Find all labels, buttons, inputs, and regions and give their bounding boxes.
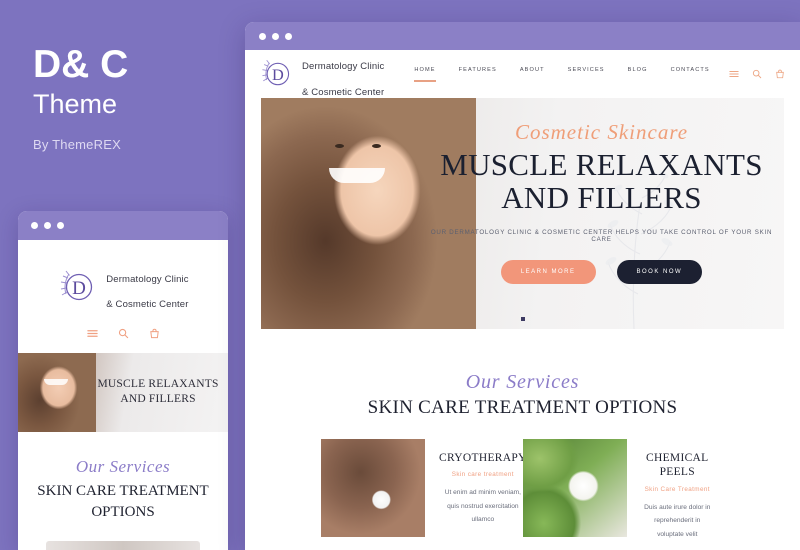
- window-dot-icon: [31, 222, 38, 229]
- search-icon[interactable]: [118, 328, 129, 339]
- services-section: Our Services SKIN CARE TREATMENT OPTIONS…: [245, 329, 800, 541]
- mobile-brand-name: Dermatology Clinic & Cosmetic Center: [106, 261, 188, 312]
- hamburger-icon[interactable]: [86, 328, 98, 339]
- promo-subtitle: Theme: [33, 88, 118, 119]
- svg-text:D: D: [72, 278, 86, 299]
- mobile-services-title: SKIN CARE TREATMENT OPTIONS: [37, 483, 209, 520]
- hero-heading-line-1: MUSCLE RELAXANTS: [440, 147, 763, 182]
- mobile-viewport: D Dermatology Clinic & Cosmetic Center M…: [18, 240, 228, 550]
- menu-item-about[interactable]: ABOUT: [520, 67, 545, 82]
- desktop-titlebar: [245, 22, 800, 50]
- hero-button-group: LEARN MORE BOOK NOW: [429, 259, 774, 284]
- mobile-mockup: D Dermatology Clinic & Cosmetic Center M…: [18, 211, 228, 550]
- slider-dot-indicator[interactable]: [520, 317, 525, 321]
- header-icon-group: [729, 69, 785, 79]
- mobile-hero-line-2: AND FILLERS: [120, 392, 196, 405]
- menu-item-blog[interactable]: BLOG: [628, 67, 648, 82]
- hero-heading: MUSCLE RELAXANTS AND FILLERS: [429, 148, 774, 215]
- hamburger-icon[interactable]: [729, 69, 739, 79]
- brand-line-2: & Cosmetic Center: [302, 86, 385, 98]
- learn-more-button[interactable]: LEARN MORE: [500, 259, 596, 284]
- window-dot-icon: [272, 32, 279, 40]
- mobile-card-strip: [46, 541, 200, 550]
- window-dot-icon: [57, 222, 64, 229]
- desktop-mockup: D Dermatology Clinic & Cosmetic Center H…: [245, 22, 800, 550]
- laurel-monogram-icon: D: [259, 56, 295, 92]
- services-card-grid: CRYOTHERAPY Skin care treatment Ut enim …: [245, 439, 800, 541]
- menu-item-home[interactable]: HOME: [414, 67, 436, 82]
- photo-detail: [335, 144, 381, 148]
- hero-slider: Cosmetic Skincare MUSCLE RELAXANTS AND F…: [261, 98, 784, 329]
- service-card-description: Ut enim ad minim veniam, quis nostrud ex…: [444, 489, 521, 524]
- services-title: SKIN CARE TREATMENT OPTIONS: [367, 397, 678, 418]
- laurel-monogram-icon: D: [57, 266, 99, 308]
- site-header: D Dermatology Clinic & Cosmetic Center H…: [245, 50, 800, 98]
- mobile-hero: MUSCLE RELAXANTS AND FILLERS: [18, 353, 228, 433]
- brand-line-2: & Cosmetic Center: [106, 299, 189, 311]
- hero-content: Cosmetic Skincare MUSCLE RELAXANTS AND F…: [429, 120, 774, 284]
- service-card-text: CHEMICAL PEELS Skin Care Treatment Duis …: [627, 439, 725, 541]
- hero-heading-line-2: AND FILLERS: [501, 180, 702, 216]
- mobile-hero-photo: [18, 353, 96, 433]
- cryotherapy-photo: [321, 439, 425, 537]
- site-brand[interactable]: D Dermatology Clinic & Cosmetic Center: [259, 48, 384, 99]
- mobile-services-script: Our Services: [75, 457, 171, 477]
- search-icon[interactable]: [752, 69, 762, 79]
- photo-detail: [329, 168, 385, 183]
- mobile-hero-line-1: MUSCLE RELAXANTS: [97, 378, 219, 391]
- service-card[interactable]: CRYOTHERAPY Skin care treatment Ut enim …: [321, 439, 526, 541]
- menu-item-services[interactable]: SERVICES: [568, 67, 605, 82]
- promo-author: By ThemeREX: [33, 136, 121, 152]
- service-card[interactable]: CHEMICAL PEELS Skin Care Treatment Duis …: [522, 439, 725, 541]
- hero-script-label: Cosmetic Skincare: [514, 120, 689, 144]
- svg-text:D: D: [272, 65, 284, 84]
- service-card-heading: CRYOTHERAPY: [439, 452, 527, 464]
- mobile-hero-heading: MUSCLE RELAXANTS AND FILLERS: [96, 377, 220, 406]
- cart-icon[interactable]: [775, 69, 785, 79]
- mobile-services-section: Our Services SKIN CARE TREATMENT OPTIONS: [18, 432, 228, 522]
- book-now-button[interactable]: BOOK NOW: [616, 259, 703, 284]
- desktop-viewport: D Dermatology Clinic & Cosmetic Center H…: [245, 50, 800, 542]
- brand-line-1: Dermatology Clinic: [106, 273, 189, 285]
- menu-item-contacts[interactable]: CONTACTS: [671, 67, 710, 82]
- chemical-peels-photo: [522, 439, 627, 537]
- site-brand-name: Dermatology Clinic & Cosmetic Center: [302, 48, 384, 99]
- window-dot-icon: [44, 222, 51, 229]
- mobile-brand[interactable]: D Dermatology Clinic & Cosmetic Center: [18, 240, 228, 312]
- menu-item-features[interactable]: FEATURES: [459, 67, 497, 82]
- main-menu: HOME FEATURES ABOUT SERVICES BLOG CONTAC…: [414, 67, 709, 82]
- cart-icon[interactable]: [149, 328, 160, 339]
- mobile-titlebar: [18, 211, 228, 240]
- service-card-subheading: Skin Care Treatment: [644, 485, 710, 493]
- service-card-text: CRYOTHERAPY Skin care treatment Ut enim …: [425, 439, 537, 541]
- promo-title: D& C: [33, 43, 129, 86]
- hero-subtitle: OUR DERMATOLOGY CLINIC & COSMETIC CENTER…: [430, 228, 773, 243]
- window-dot-icon: [285, 32, 292, 40]
- window-dot-icon: [259, 32, 266, 40]
- brand-line-1: Dermatology Clinic: [302, 61, 385, 73]
- service-card-heading: CHEMICAL PEELS: [646, 452, 709, 479]
- service-card-description: Duis aute irure dolor in reprehenderit i…: [644, 503, 711, 538]
- service-card-subheading: Skin care treatment: [451, 471, 514, 479]
- mobile-icon-row: [18, 328, 228, 339]
- services-script-label: Our Services: [465, 371, 580, 393]
